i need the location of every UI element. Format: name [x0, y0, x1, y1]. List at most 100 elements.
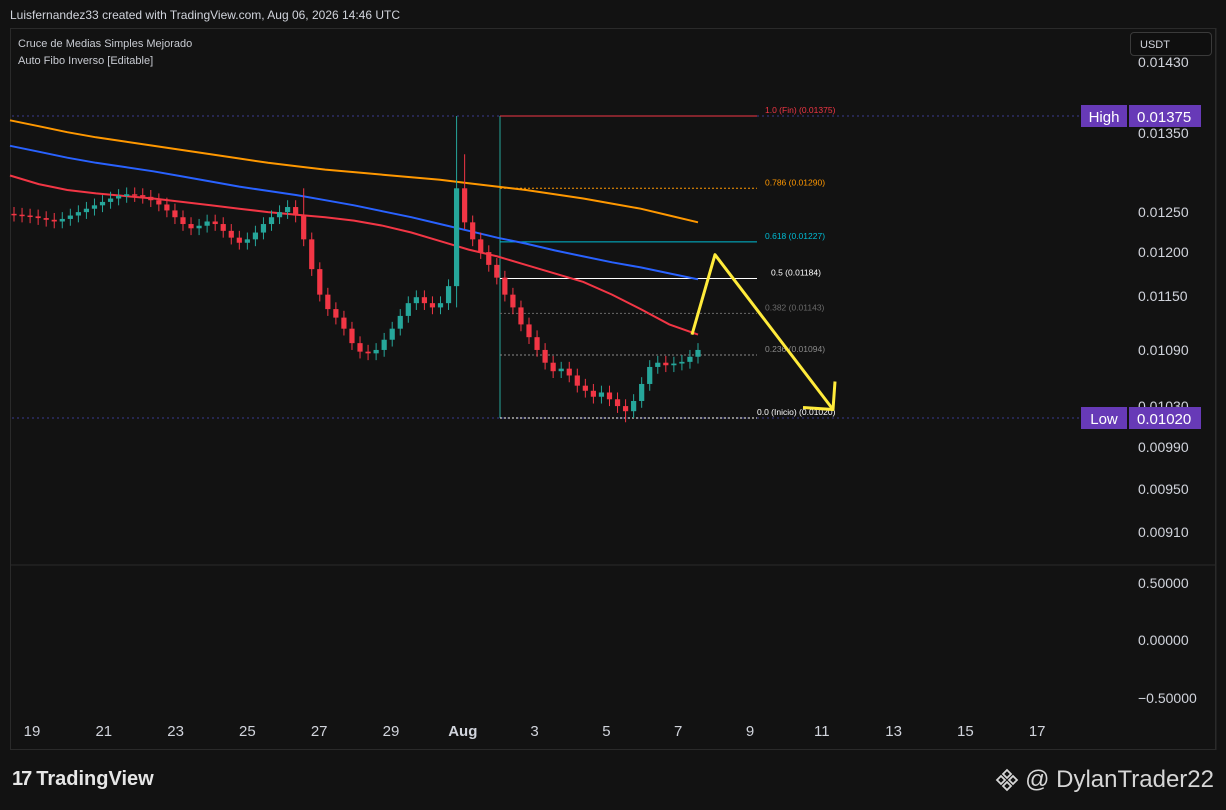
- fib-level-label: 1.0 (Fin) (0.01375): [765, 105, 836, 115]
- oscillator-tick-label: 0.50000: [1138, 575, 1189, 591]
- candle-body: [220, 224, 226, 231]
- candle-body: [140, 195, 146, 197]
- candle-body: [574, 375, 580, 386]
- legend-sma-cross[interactable]: Cruce de Medias Simples Mejorado: [18, 36, 192, 53]
- candle-body: [43, 218, 49, 220]
- price-tick-label: 0.01200: [1138, 244, 1189, 260]
- price-tick-label: 0.01350: [1138, 125, 1189, 141]
- time-tick-label: 7: [674, 723, 682, 740]
- candle-body: [132, 194, 138, 196]
- candle-body: [51, 219, 57, 222]
- low-marker-label: Low: [1090, 411, 1118, 428]
- time-tick-label: 11: [814, 723, 830, 740]
- time-tick-label: 25: [239, 723, 256, 740]
- candle-body: [11, 213, 17, 216]
- time-tick-label: 15: [957, 723, 974, 740]
- price-tick-label: 0.01150: [1138, 288, 1188, 304]
- time-tick-label: 27: [311, 723, 328, 740]
- candle-body: [429, 303, 436, 308]
- candle-body: [462, 188, 468, 223]
- price-tick-label: 0.00910: [1138, 524, 1189, 540]
- candle-body: [542, 349, 548, 363]
- time-axis[interactable]: 19 21 23 25 27 29 Aug 3 5 7 9 11 13 15 17: [24, 723, 1046, 740]
- time-tick-label: 17: [1029, 723, 1046, 740]
- candle-body: [244, 239, 250, 243]
- candle-body: [631, 400, 637, 412]
- projection-arrow-path: [690, 253, 835, 411]
- candle-body: [526, 324, 532, 338]
- candle-body: [365, 351, 371, 354]
- candle-body: [494, 264, 500, 278]
- price-tick-label: 0.01430: [1138, 54, 1189, 70]
- tradingview-logo[interactable]: 17 TradingView: [12, 768, 154, 791]
- candle-body: [510, 294, 516, 308]
- time-tick-label: 29: [383, 723, 400, 740]
- fib-level-label: 0.236 (0.01094): [765, 344, 825, 354]
- candle-body: [236, 237, 242, 243]
- watermark-text: @ DylanTrader22: [1025, 766, 1214, 793]
- legend-auto-fibo[interactable]: Auto Fibo Inverso [Editable]: [18, 53, 192, 70]
- candle-body: [107, 198, 114, 202]
- oscillator-tick-label: −0.50000: [1138, 690, 1197, 706]
- currency-button[interactable]: USDT: [1130, 32, 1212, 56]
- candle-body: [590, 390, 596, 397]
- candle-body: [148, 196, 154, 201]
- candle-body: [276, 212, 283, 218]
- candle-body: [614, 399, 621, 407]
- price-tick-label: 0.00990: [1138, 439, 1189, 455]
- oscillator-axis: 0.50000 0.00000 −0.50000: [1138, 575, 1197, 706]
- candle-body: [188, 224, 194, 229]
- candle-body: [357, 343, 363, 352]
- candle-body: [486, 252, 492, 265]
- candle-body: [212, 221, 218, 225]
- candle-body: [550, 362, 556, 372]
- indicator-legend[interactable]: Cruce de Medias Simples Mejorado Auto Fi…: [18, 36, 192, 70]
- candle-body: [333, 309, 339, 318]
- time-tick-label: Aug: [448, 723, 477, 740]
- candle-body: [285, 207, 291, 213]
- candle-body: [502, 277, 508, 295]
- candle-body: [349, 328, 355, 344]
- candle-body: [75, 212, 81, 216]
- ma-orange-line: [9, 119, 699, 224]
- candle-body: [534, 337, 540, 350]
- candle-body: [421, 297, 427, 304]
- time-tick-label: 19: [24, 723, 41, 740]
- candle-body: [478, 239, 484, 253]
- candle-body: [325, 294, 331, 310]
- fib-level-label: 0.786 (0.01290): [765, 177, 825, 187]
- time-tick-label: 9: [746, 723, 754, 740]
- candle-body: [671, 363, 677, 366]
- price-tick-label: 0.01090: [1138, 342, 1189, 358]
- candle-body: [172, 210, 178, 218]
- candle-body: [19, 214, 25, 217]
- candle-body: [445, 286, 452, 304]
- candle-body: [470, 222, 476, 240]
- candle-body: [204, 221, 210, 226]
- candle-body: [27, 215, 33, 218]
- candle-body: [309, 239, 315, 270]
- candle-body: [518, 307, 524, 325]
- candle-body: [99, 201, 106, 206]
- author-watermark: @ DylanTrader22: [995, 766, 1214, 794]
- candle-body: [156, 200, 162, 205]
- moving-averages: [9, 119, 699, 336]
- candle-body: [566, 368, 572, 376]
- candle-body: [397, 315, 403, 329]
- candle-body: [389, 328, 395, 340]
- candle-body: [317, 269, 323, 295]
- candle-body: [341, 317, 347, 329]
- candle-body: [180, 217, 186, 225]
- fib-level-label: 0.382 (0.01143): [765, 302, 825, 312]
- chart-canvas[interactable]: 1.0 (Fin) (0.01375) 0.786 (0.01290) 0.618 …: [0, 0, 1226, 810]
- low-marker-value: 0.01020: [1137, 411, 1191, 428]
- candle-body: [116, 195, 122, 199]
- candle-body: [91, 205, 98, 209]
- candle-body: [558, 368, 564, 372]
- candle-body: [639, 383, 645, 401]
- candle-body: [405, 303, 411, 316]
- candle-body: [582, 385, 588, 391]
- price-tick-label: 0.01250: [1138, 204, 1189, 220]
- fib-level-label: 0.5 (0.01184): [771, 267, 821, 277]
- candle-body: [437, 303, 444, 308]
